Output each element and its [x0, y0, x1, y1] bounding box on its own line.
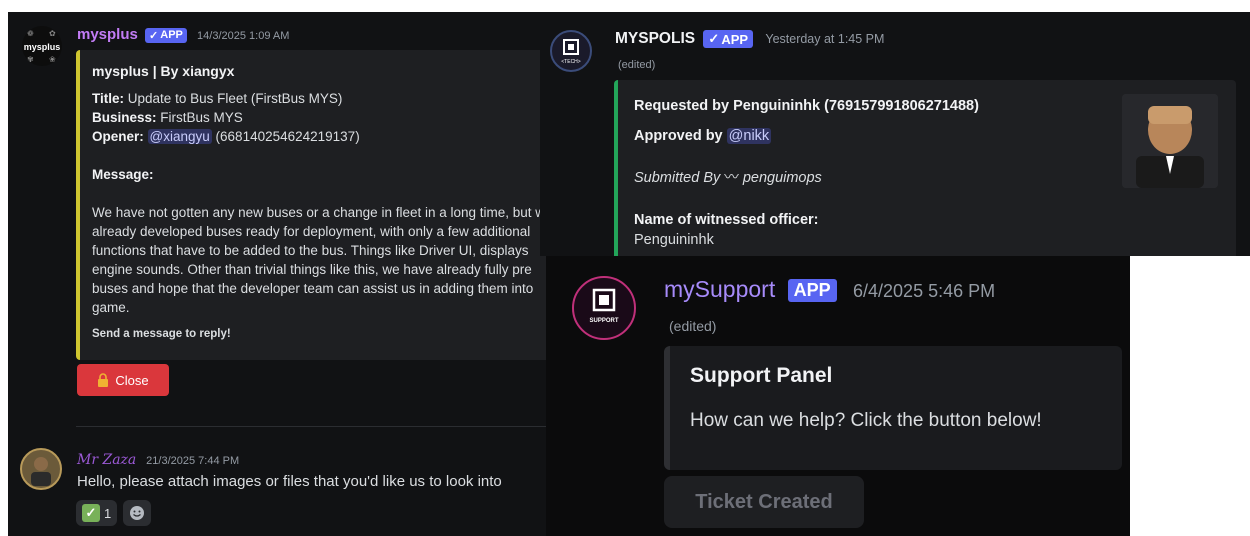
embed-field-business: Business: FirstBus MYS — [92, 110, 243, 125]
support-logo-icon: SUPPORT — [589, 288, 619, 324]
timestamp: 14/3/2025 1:09 AM — [197, 30, 290, 42]
embed-message-label: Message: — [92, 167, 154, 182]
message-header: mysplus ✓ APP 14/3/2025 1:09 AM — [77, 26, 289, 43]
app-badge: ✓ APP — [703, 30, 754, 48]
close-button[interactable]: Close — [77, 364, 169, 396]
user-mention[interactable]: @xiangyu — [147, 129, 212, 144]
embed-message-line: already developed buses ready for deploy… — [92, 224, 531, 239]
support-embed: Support Panel How can we help? Click the… — [664, 346, 1122, 470]
tech-logo-icon: <TECH> — [561, 39, 581, 65]
chat-panel-bottom: SUPPORT mySupport APP 6/4/2025 5:46 PM (… — [546, 256, 1130, 536]
username[interactable]: Mr Zaza — [77, 452, 136, 468]
roblox-avatar-icon — [1122, 94, 1218, 188]
svg-text:SUPPORT: SUPPORT — [589, 318, 618, 324]
username[interactable]: mysplus — [77, 26, 138, 43]
ticket-embed: mysplus | By xiangyx Title: Update to Bu… — [76, 50, 556, 360]
svg-text:✾: ✾ — [27, 55, 34, 64]
svg-text:❀: ❀ — [49, 55, 56, 64]
message-header: mySupport APP 6/4/2025 5:46 PM — [664, 276, 995, 303]
embed-officer-value: Penguininhk — [634, 232, 714, 248]
embed-message-line: engine sounds. Other than trivial things… — [92, 262, 532, 277]
chat-panel-left: ❁ ✿ ✾ ❀ mysplus mysplus ✓ APP 14/3/2025 1… — [8, 12, 558, 536]
edited-label: (edited) — [618, 59, 656, 71]
mysupport-avatar[interactable]: SUPPORT — [572, 276, 636, 340]
embed-officer-label: Name of witnessed officer: — [634, 212, 819, 228]
timestamp: 6/4/2025 5:46 PM — [853, 281, 996, 301]
verified-check-icon: ✓ — [149, 29, 159, 42]
add-reaction-icon — [130, 506, 145, 520]
embed-message-line: functions that have to be added to the b… — [92, 243, 529, 258]
timestamp: Yesterday at 1:45 PM — [765, 32, 885, 47]
message-header: MYSPOLIS ✓ APP Yesterday at 1:45 PM — [615, 30, 884, 48]
username[interactable]: MYSPOLIS — [615, 30, 695, 47]
message-text: Hello, please attach images or files tha… — [77, 473, 502, 490]
lock-icon — [98, 373, 109, 387]
check-mark-icon: ✓ — [82, 504, 100, 522]
mrzaza-avatar[interactable] — [20, 448, 62, 490]
embed-thumbnail[interactable] — [1122, 94, 1218, 188]
timestamp: 21/3/2025 7:44 PM — [146, 455, 240, 467]
ticket-created-button[interactable]: Ticket Created — [664, 476, 864, 528]
user-mention[interactable]: @nikk — [726, 128, 772, 144]
embed-message-line: We have not gotten any new buses or a ch… — [92, 205, 546, 220]
user-avatar-icon — [31, 457, 51, 486]
embed-description: How can we help? Click the button below! — [690, 410, 1042, 431]
embed-message-line: buses and hope that the developer team c… — [92, 281, 534, 296]
reaction-check[interactable]: ✓ 1 — [76, 500, 118, 526]
reaction-count: 1 — [104, 505, 112, 521]
embed-title: Support Panel — [690, 364, 833, 387]
svg-text:<TECH>: <TECH> — [561, 59, 581, 65]
embed-field-title: Title: Update to Bus Fleet (FirstBus MYS… — [92, 91, 343, 106]
request-embed: Requested by Penguininhk (76915799180627… — [614, 80, 1236, 256]
svg-text:❁: ❁ — [27, 29, 34, 38]
username[interactable]: mySupport — [664, 276, 775, 302]
embed-field-opener: Opener: @xiangyu (668140254624219137) — [92, 129, 360, 144]
avatar-label: mysplus — [23, 42, 61, 52]
divider — [76, 426, 556, 427]
chat-panel-right: <TECH> MYSPOLIS ✓ APP Yesterday at 1:45 P… — [540, 12, 1250, 256]
embed-footer: Send a message to reply! — [92, 328, 231, 340]
svg-text:✿: ✿ — [49, 29, 56, 38]
app-badge: ✓ APP — [145, 27, 187, 43]
add-reaction-button[interactable] — [123, 500, 152, 526]
mustache-icon: 〰 — [724, 170, 739, 186]
app-badge: APP — [787, 279, 837, 303]
reactions: ✓ 1 — [76, 500, 152, 526]
embed-title: mysplus | By xiangyx — [92, 63, 235, 79]
embed-message-line: game. — [92, 300, 130, 315]
edited-label: (edited) — [669, 318, 717, 334]
message-header: Mr Zaza 21/3/2025 7:44 PM — [77, 451, 239, 468]
mysplus-avatar[interactable]: ❁ ✿ ✾ ❀ mysplus — [22, 26, 62, 66]
close-button-label: Close — [115, 372, 149, 388]
myspolis-avatar[interactable]: <TECH> — [550, 30, 592, 72]
verified-check-icon: ✓ — [708, 31, 720, 46]
